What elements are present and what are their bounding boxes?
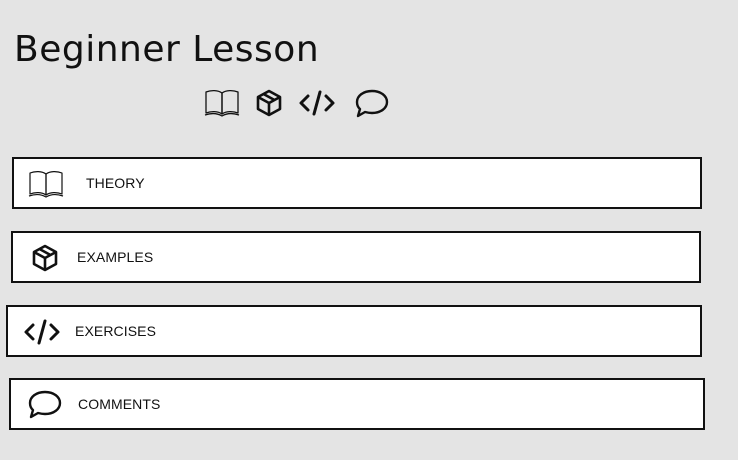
code-icon	[23, 317, 61, 347]
comment-icon[interactable]	[354, 87, 390, 119]
code-icon[interactable]	[298, 88, 336, 118]
section-label: THEORY	[86, 175, 145, 191]
section-label: EXAMPLES	[77, 249, 154, 265]
section-examples[interactable]: EXAMPLES	[11, 231, 701, 283]
comment-icon	[27, 388, 63, 420]
page-title: Beginner Lesson	[14, 29, 320, 70]
section-label: EXERCISES	[75, 323, 157, 339]
book-icon	[28, 169, 64, 199]
section-exercises[interactable]: EXERCISES	[6, 305, 702, 357]
book-icon[interactable]	[204, 88, 240, 118]
section-icon-bar	[204, 85, 390, 121]
section-comments[interactable]: COMMENTS	[9, 378, 705, 430]
section-label: COMMENTS	[78, 396, 161, 412]
cube-icon	[30, 243, 60, 273]
cube-icon[interactable]	[254, 88, 284, 118]
section-theory[interactable]: THEORY	[12, 157, 702, 209]
